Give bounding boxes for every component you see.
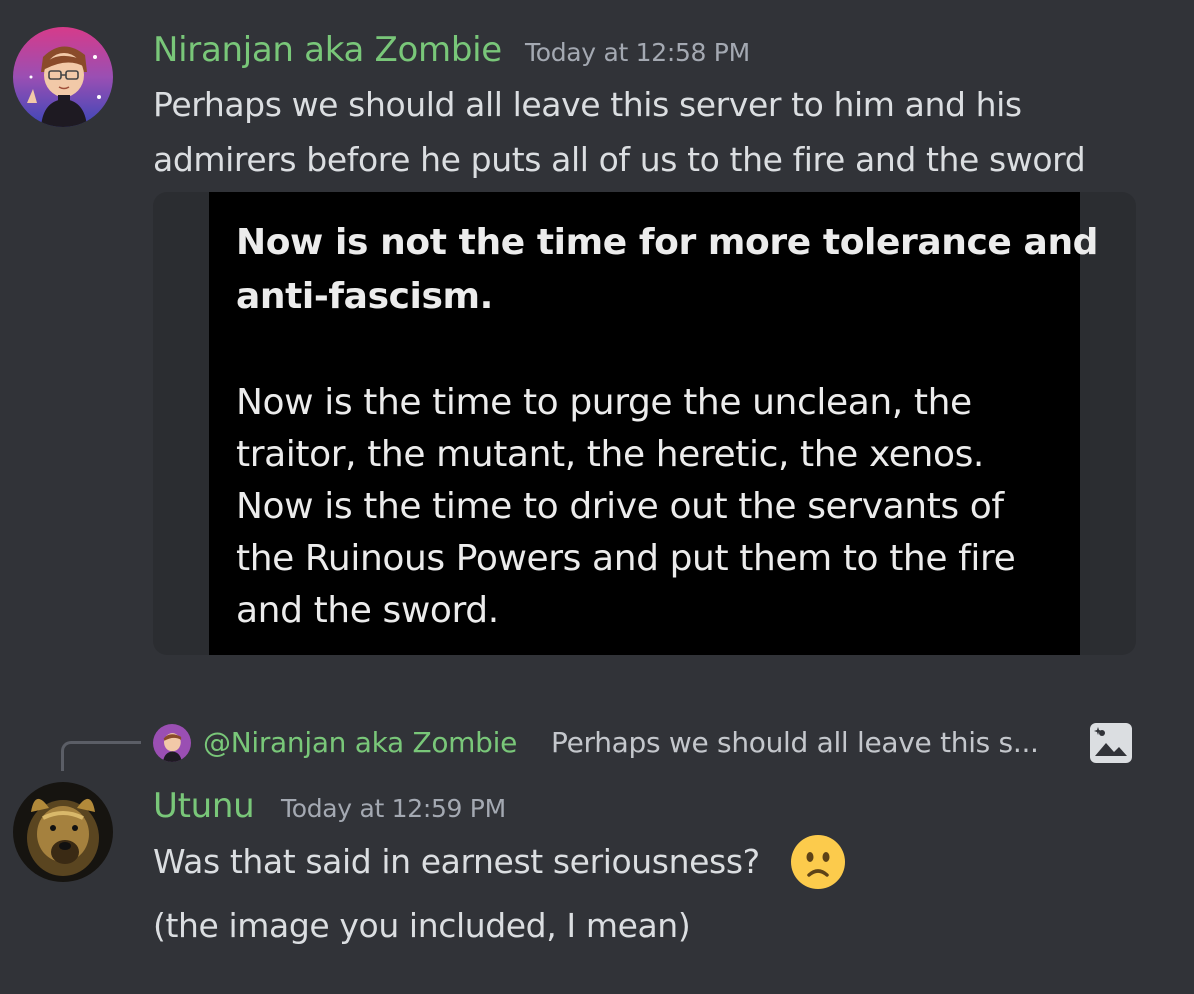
image-icon: [1090, 723, 1132, 763]
attachment-line-1: Now is the time to purge the unclean, th…: [236, 382, 972, 423]
attachment-line-2: traitor, the mutant, the heretic, the xe…: [236, 434, 984, 475]
reply-avatar[interactable]: [153, 724, 191, 762]
image-attachment[interactable]: Now is not the time for more tolerance a…: [153, 192, 1136, 655]
message-niranjan: Niranjan aka Zombie Today at 12:58 PM Pe…: [0, 0, 1194, 670]
author-name[interactable]: Utunu: [153, 786, 255, 826]
message-text-line-2: admirers before he puts all of us to the…: [153, 140, 1086, 179]
avatar-niranjan[interactable]: [13, 27, 113, 127]
avatar-utunu-image: [13, 782, 113, 882]
message-text-line-1: Perhaps we should all leave this server …: [153, 85, 1022, 124]
message-utunu: Utunu Today at 12:59 PM Was that said in…: [0, 760, 1194, 994]
attachment-bold-line-1: Now is not the time for more tolerance a…: [236, 222, 1099, 263]
avatar-utunu[interactable]: [13, 782, 113, 882]
attachment-line-5: and the sword.: [236, 590, 499, 631]
attachment-image: Now is not the time for more tolerance a…: [209, 192, 1098, 655]
author-name[interactable]: Niranjan aka Zombie: [153, 30, 502, 70]
attachment-bold-line-2: anti-fascism.: [236, 276, 493, 317]
message-text-line-2: (the image you included, I mean): [153, 906, 691, 945]
timestamp[interactable]: Today at 12:59 PM: [281, 794, 506, 823]
timestamp[interactable]: Today at 12:58 PM: [525, 38, 750, 67]
attachment-line-3: Now is the time to drive out the servant…: [236, 486, 1004, 527]
message-text-line-1: Was that said in earnest seriousness?: [153, 842, 760, 881]
slightly-frowning-face-emoji[interactable]: [790, 834, 846, 890]
avatar-niranjan-image: [13, 27, 113, 127]
attachment-line-4: the Ruinous Powers and put them to the f…: [236, 538, 1016, 579]
reply-mention[interactable]: @Niranjan aka Zombie: [203, 726, 517, 759]
reply-preview-text[interactable]: Perhaps we should all leave this s...: [551, 726, 1039, 759]
